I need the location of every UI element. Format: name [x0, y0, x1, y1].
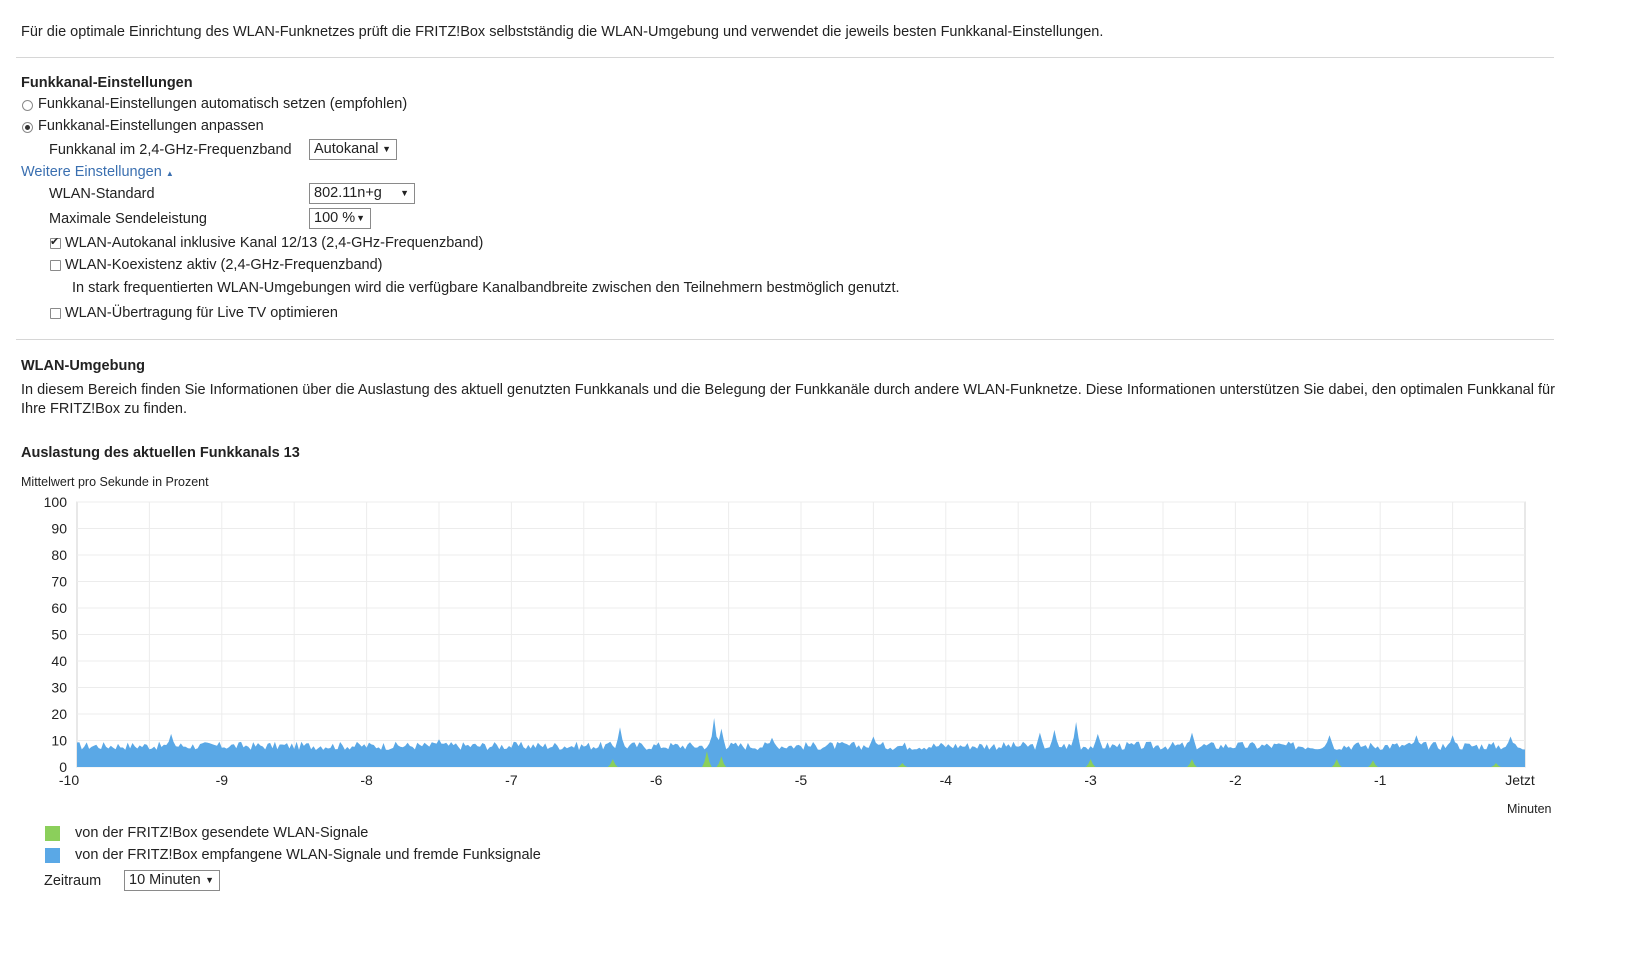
- y-tick-label: 40: [51, 653, 67, 669]
- environment-description-line1: In diesem Bereich finden Sie Information…: [21, 382, 1555, 398]
- wlan-standard-select[interactable]: 802.11n+g ▼: [309, 183, 415, 204]
- x-tick-label: -7: [505, 772, 518, 788]
- radio-manual-channel[interactable]: [22, 122, 33, 133]
- collapse-triangle-icon[interactable]: ▲: [166, 169, 174, 178]
- environment-description-line2: Ihre FRITZ!Box zu finden.: [21, 401, 188, 417]
- x-tick-label: -2: [1229, 772, 1242, 788]
- livetv-checkbox[interactable]: [50, 308, 61, 319]
- checkmark-icon: ✔: [50, 236, 60, 248]
- y-tick-label: 60: [51, 600, 67, 616]
- y-tick-label: 70: [51, 574, 67, 590]
- period-label: Zeitraum: [44, 873, 102, 889]
- period-value: 10 Minuten: [129, 872, 201, 888]
- x-tick-label: Jetzt: [1505, 772, 1535, 788]
- x-tick-label: -10: [59, 772, 79, 788]
- y-tick-label: 80: [51, 547, 67, 563]
- environment-heading: WLAN-Umgebung: [21, 358, 146, 374]
- y-tick-label: 100: [44, 494, 68, 510]
- intro-text: Für die optimale Einrichtung des WLAN-Fu…: [21, 24, 1104, 40]
- band-channel-value: Autokanal: [314, 141, 379, 157]
- chart-title: Auslastung des aktuellen Funkkanals 13: [21, 445, 300, 461]
- dropdown-arrow-icon: ▼: [382, 144, 391, 154]
- tx-power-value: 100 %: [314, 210, 356, 226]
- autochannel-label[interactable]: WLAN-Autokanal inklusive Kanal 12/13 (2,…: [65, 235, 483, 251]
- coexistence-hint: In stark frequentierten WLAN-Umgebungen …: [72, 280, 900, 296]
- chart-y-axis-label: Mittelwert pro Sekunde in Prozent: [21, 475, 209, 489]
- y-tick-label: 10: [51, 733, 67, 749]
- x-tick-label: -5: [795, 772, 808, 788]
- radio-manual-channel-label[interactable]: Funkkanal-Einstellungen anpassen: [38, 118, 264, 134]
- more-settings-link-text[interactable]: Weitere Einstellungen: [21, 164, 162, 180]
- wlan-standard-value: 802.11n+g: [314, 185, 382, 201]
- livetv-label[interactable]: WLAN-Übertragung für Live TV optimieren: [65, 305, 338, 321]
- legend-swatch-received: [45, 848, 60, 863]
- y-tick-label: 20: [51, 706, 67, 722]
- x-tick-label: -9: [216, 772, 229, 788]
- band-label: Funkkanal im 2,4-GHz-Frequenzband: [49, 142, 292, 158]
- y-tick-label: 50: [51, 627, 67, 643]
- x-tick-label: -3: [1084, 772, 1097, 788]
- y-tick-label: 30: [51, 680, 67, 696]
- tx-power-select[interactable]: 100 % ▼: [309, 208, 371, 229]
- y-tick-label: 90: [51, 521, 67, 537]
- wlan-standard-label: WLAN-Standard: [49, 186, 155, 202]
- x-tick-label: -4: [940, 772, 953, 788]
- legend-label-sent: von der FRITZ!Box gesendete WLAN-Signale: [75, 825, 369, 841]
- autochannel-checkbox[interactable]: ✔: [50, 236, 61, 249]
- coexistence-checkbox[interactable]: [50, 260, 61, 271]
- more-settings-link[interactable]: Weitere Einstellungen ▲: [21, 164, 174, 180]
- dropdown-arrow-icon: ▼: [205, 875, 214, 885]
- x-tick-label: -8: [360, 772, 373, 788]
- x-tick-label: -1: [1374, 772, 1387, 788]
- period-select[interactable]: 10 Minuten ▼: [124, 870, 220, 891]
- coexistence-label[interactable]: WLAN-Koexistenz aktiv (2,4-GHz-Frequenzb…: [65, 257, 383, 273]
- band-channel-select[interactable]: Autokanal ▼: [309, 139, 397, 160]
- x-tick-label: -6: [650, 772, 663, 788]
- legend-swatch-sent: [45, 826, 60, 841]
- dropdown-arrow-icon: ▼: [356, 213, 365, 223]
- divider: [16, 57, 1554, 58]
- tx-power-label: Maximale Sendeleistung: [49, 211, 207, 227]
- divider: [16, 339, 1554, 340]
- radio-auto-channel-label[interactable]: Funkkanal-Einstellungen automatisch setz…: [38, 96, 407, 112]
- channel-load-chart: 0102030405060708090100-10 -9 -8 -7 -6 -5 -4 -3-…: [44, 494, 1535, 788]
- dropdown-arrow-icon: ▼: [400, 188, 409, 198]
- chart-x-axis-label: Minuten: [1507, 802, 1552, 816]
- radio-auto-channel[interactable]: [22, 100, 33, 111]
- legend-label-received: von der FRITZ!Box empfangene WLAN-Signal…: [75, 847, 541, 863]
- channel-settings-heading: Funkkanal-Einstellungen: [21, 75, 193, 91]
